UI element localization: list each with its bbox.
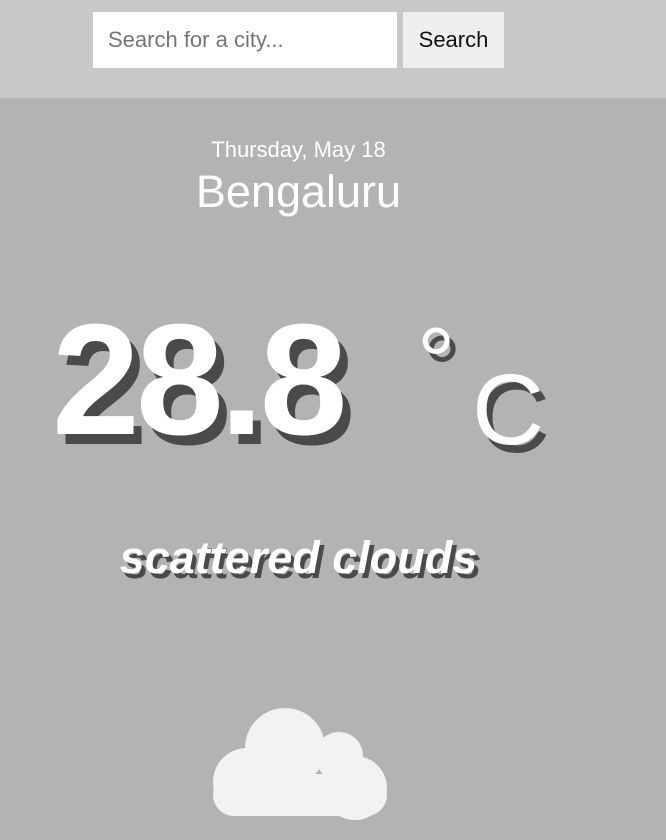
temperature-display: 28.8 ° C <box>52 300 544 460</box>
search-button[interactable]: Search <box>403 12 504 68</box>
search-input[interactable] <box>93 12 397 68</box>
date-label: Thursday, May 18 <box>211 137 386 162</box>
temperature-unit: ° C <box>417 312 557 462</box>
unit-letter: C <box>472 354 545 466</box>
search-bar: Search <box>0 0 666 98</box>
city-name: Bengaluru <box>195 166 402 217</box>
degree-symbol: ° <box>417 308 456 415</box>
temperature-value: 28.8 <box>52 292 348 468</box>
weather-condition: scattered clouds <box>119 532 478 583</box>
cloud-icon <box>213 708 387 820</box>
